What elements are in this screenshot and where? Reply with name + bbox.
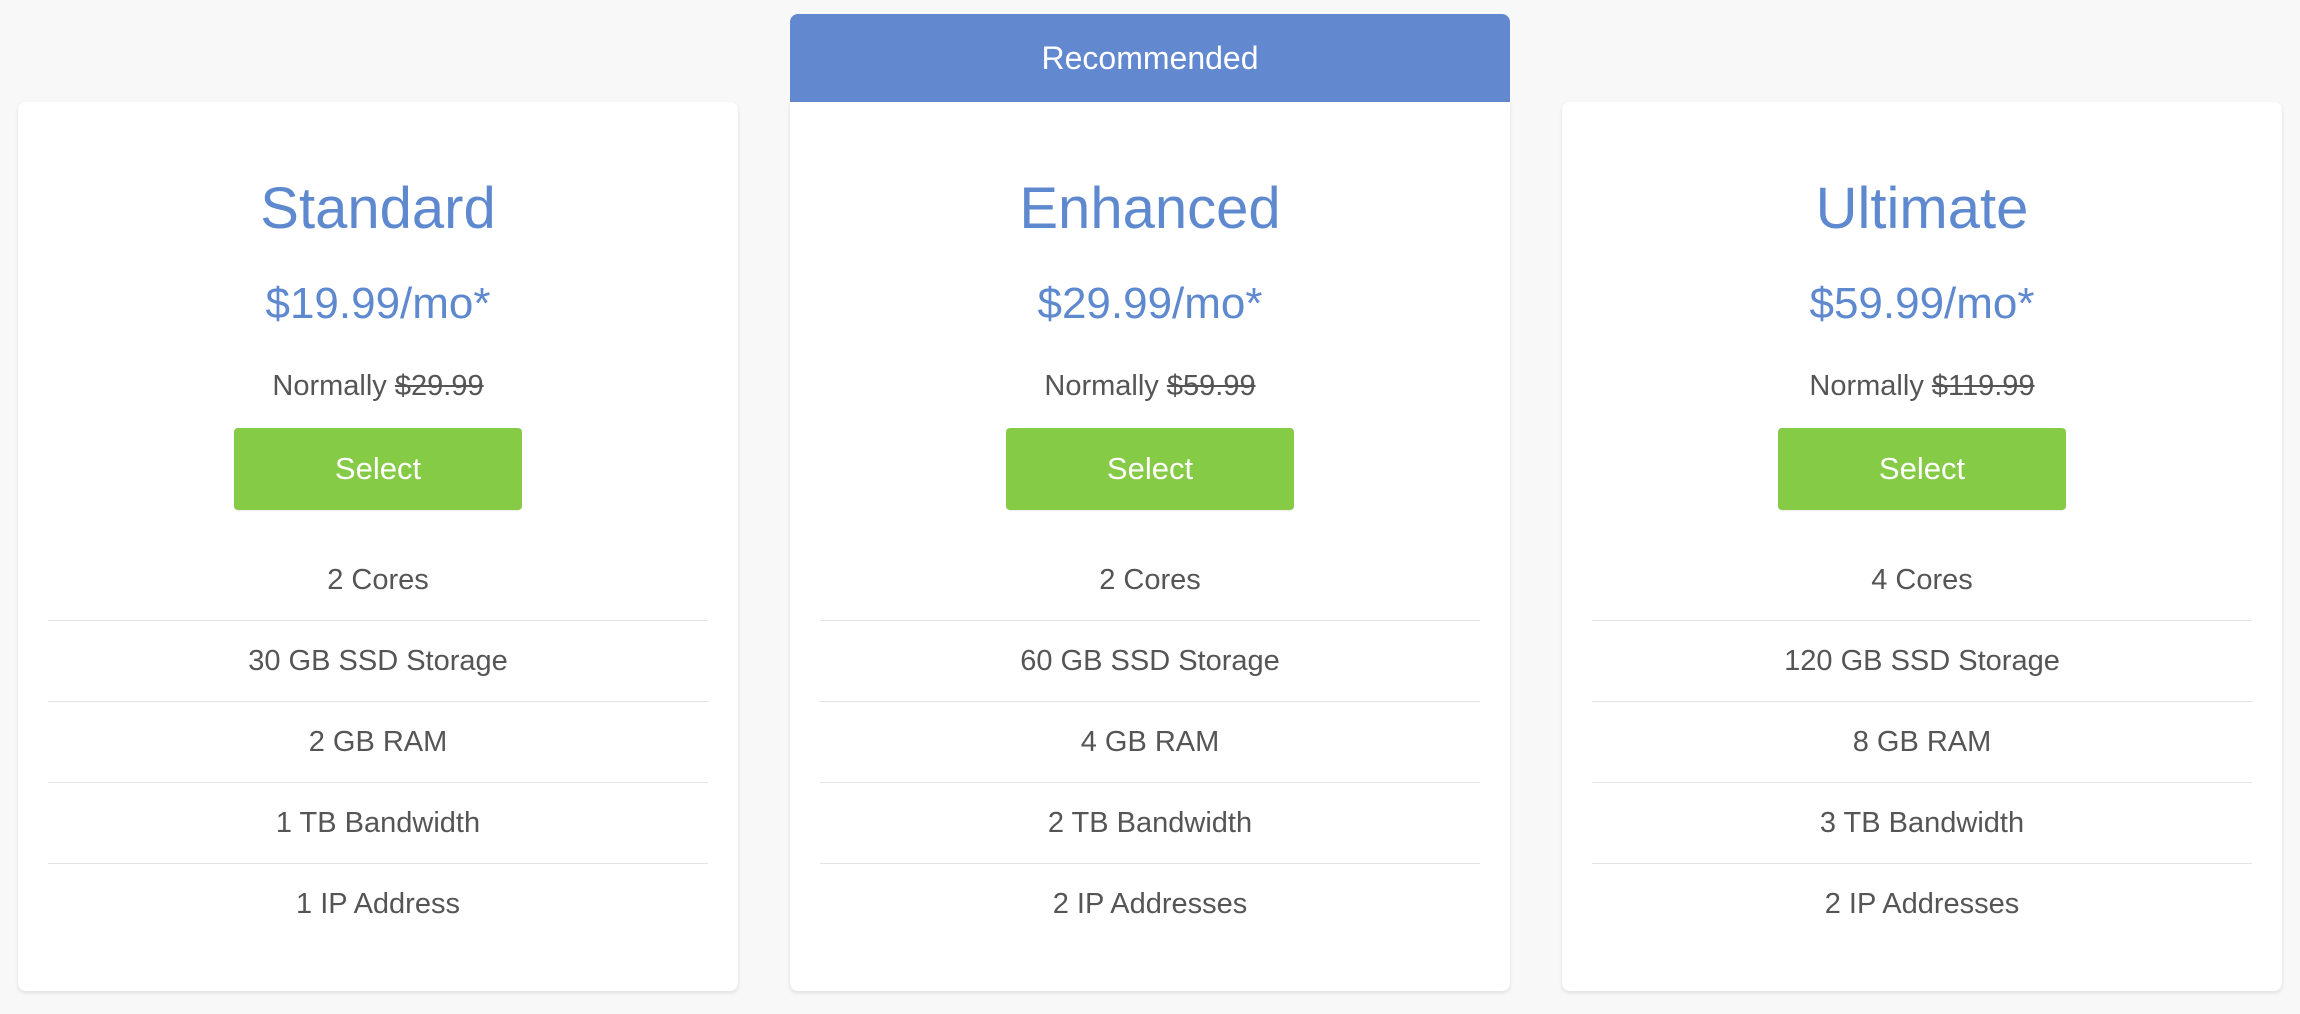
feature-bandwidth: 1 TB Bandwidth <box>48 783 708 864</box>
plan-card-standard: Standard $19.99/mo* Normally $29.99 Sele… <box>18 102 738 991</box>
select-button-enhanced[interactable]: Select <box>1006 428 1294 510</box>
plan-price: $59.99/mo* <box>1809 279 2035 328</box>
normally-label: Normally <box>272 370 387 402</box>
plan-card-enhanced: Enhanced $29.99/mo* Normally $59.99 Sele… <box>790 102 1510 991</box>
normally-label: Normally <box>1809 370 1924 402</box>
feature-storage: 120 GB SSD Storage <box>1592 621 2252 702</box>
select-button-standard[interactable]: Select <box>234 428 522 510</box>
plan-card-ultimate: Ultimate $59.99/mo* Normally $119.99 Sel… <box>1562 102 2282 991</box>
feature-cores: 2 Cores <box>48 540 708 621</box>
feature-cores: 2 Cores <box>820 540 1480 621</box>
plan-price: $29.99/mo* <box>1037 279 1263 328</box>
plan-name: Enhanced <box>1019 176 1281 241</box>
feature-ip: 2 IP Addresses <box>1052 888 1248 920</box>
plan-price: $19.99/mo* <box>265 279 491 328</box>
feature-ram: 8 GB RAM <box>1592 702 2252 783</box>
plan-normal-price: Normally $59.99 <box>790 368 1510 404</box>
original-price: $59.99 <box>1166 370 1256 402</box>
feature-storage: 60 GB SSD Storage <box>820 621 1480 702</box>
feature-bandwidth: 2 TB Bandwidth <box>820 783 1480 864</box>
feature-ip: 2 IP Addresses <box>1824 888 2020 920</box>
select-button-ultimate[interactable]: Select <box>1778 428 2066 510</box>
pricing-table: Recommended Standard $19.99/mo* Normally… <box>0 0 2300 1014</box>
feature-cores: 4 Cores <box>1592 540 2252 621</box>
feature-list: 2 Cores 30 GB SSD Storage 2 GB RAM 1 TB … <box>48 540 708 944</box>
normally-label: Normally <box>1044 370 1159 402</box>
feature-ram: 4 GB RAM <box>820 702 1480 783</box>
recommended-badge: Recommended <box>790 14 1510 102</box>
original-price: $29.99 <box>394 370 484 402</box>
plan-normal-price: Normally $119.99 <box>1562 368 2282 404</box>
plan-name: Standard <box>260 176 496 241</box>
original-price: $119.99 <box>1931 370 2035 402</box>
plan-name: Ultimate <box>1815 176 2029 241</box>
feature-list: 2 Cores 60 GB SSD Storage 4 GB RAM 2 TB … <box>820 540 1480 944</box>
feature-list: 4 Cores 120 GB SSD Storage 8 GB RAM 3 TB… <box>1592 540 2252 944</box>
feature-ip: 1 IP Address <box>296 888 460 920</box>
plan-normal-price: Normally $29.99 <box>18 368 738 404</box>
feature-storage: 30 GB SSD Storage <box>48 621 708 702</box>
feature-ram: 2 GB RAM <box>48 702 708 783</box>
feature-bandwidth: 3 TB Bandwidth <box>1592 783 2252 864</box>
